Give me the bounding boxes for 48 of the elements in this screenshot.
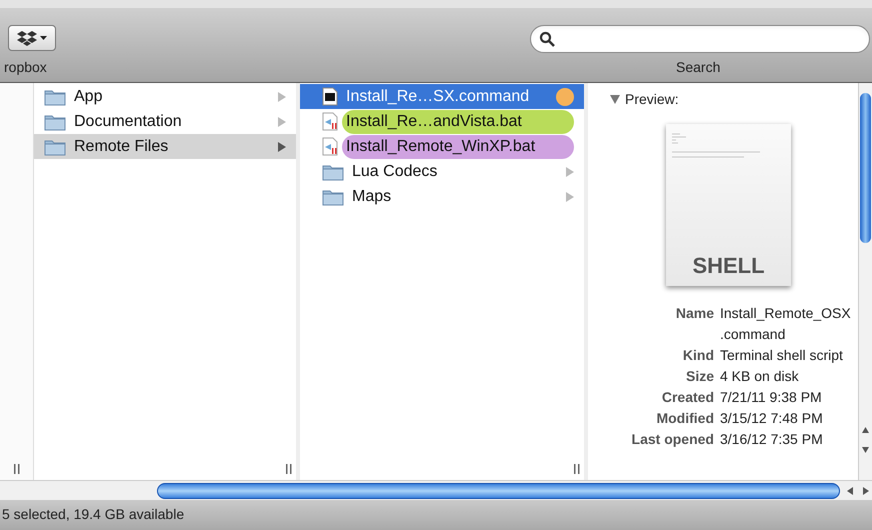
info-value: 7/21/11 9:38 PM xyxy=(720,388,823,407)
info-label: Modified xyxy=(655,409,714,428)
expanded-triangle-icon[interactable] xyxy=(610,95,620,104)
script-file-icon xyxy=(322,137,338,156)
info-value: 3/15/12 7:48 PM xyxy=(720,409,824,428)
column-resize-icon[interactable] xyxy=(14,464,20,474)
search-icon xyxy=(539,31,555,47)
file-row[interactable]: Install_Re…SX.command xyxy=(300,84,584,109)
folder-icon xyxy=(322,162,344,180)
thumbnail-label: SHELL xyxy=(692,252,765,280)
folder-row[interactable]: Remote Files xyxy=(34,134,296,159)
search-field[interactable] xyxy=(530,25,870,53)
column-resize-icon[interactable] xyxy=(286,464,292,474)
info-value: 3/16/12 7:35 PM xyxy=(720,430,824,449)
scrollbar-thumb[interactable] xyxy=(860,93,871,243)
folder-icon xyxy=(322,188,344,206)
terminal-file-icon xyxy=(322,87,338,106)
info-label: Name xyxy=(674,304,714,323)
disclosure-arrow-icon xyxy=(278,142,286,152)
info-value: Terminal shell script xyxy=(720,346,844,365)
column-resize-icon[interactable] xyxy=(574,464,580,474)
info-label: Size xyxy=(684,367,714,386)
info-label: Kind xyxy=(682,346,714,365)
folder-icon xyxy=(44,88,66,106)
caret-icon xyxy=(40,36,47,40)
disclosure-arrow-icon xyxy=(566,192,574,202)
folder-row[interactable]: Maps xyxy=(300,184,584,209)
preview-heading: Preview: xyxy=(625,90,679,109)
toolbar-label: ropbox xyxy=(4,58,47,77)
dropbox-icon xyxy=(17,30,37,46)
disclosure-arrow-icon xyxy=(278,92,286,102)
folder-icon xyxy=(44,112,66,130)
info-value: Install_Remote_OSX .command xyxy=(720,304,852,344)
info-label: Last opened xyxy=(630,430,714,449)
disclosure-arrow-icon xyxy=(278,116,286,126)
disclosure-arrow-icon xyxy=(566,166,574,176)
folder-row[interactable]: Documentation xyxy=(34,109,296,134)
folder-row[interactable]: App xyxy=(34,84,296,109)
folder-row[interactable]: Lua Codecs xyxy=(300,159,584,184)
text-lines-icon xyxy=(672,132,762,160)
info-value: 4 KB on disk xyxy=(720,367,800,386)
toolbar-label: Search xyxy=(676,58,720,77)
folder-icon xyxy=(44,138,66,156)
status-text: 5 selected, 19.4 GB available xyxy=(2,504,184,524)
script-file-icon xyxy=(322,112,338,131)
scrollbar-thumb[interactable] xyxy=(157,482,840,498)
info-label: Created xyxy=(660,388,714,407)
dropbox-button[interactable] xyxy=(8,25,56,51)
